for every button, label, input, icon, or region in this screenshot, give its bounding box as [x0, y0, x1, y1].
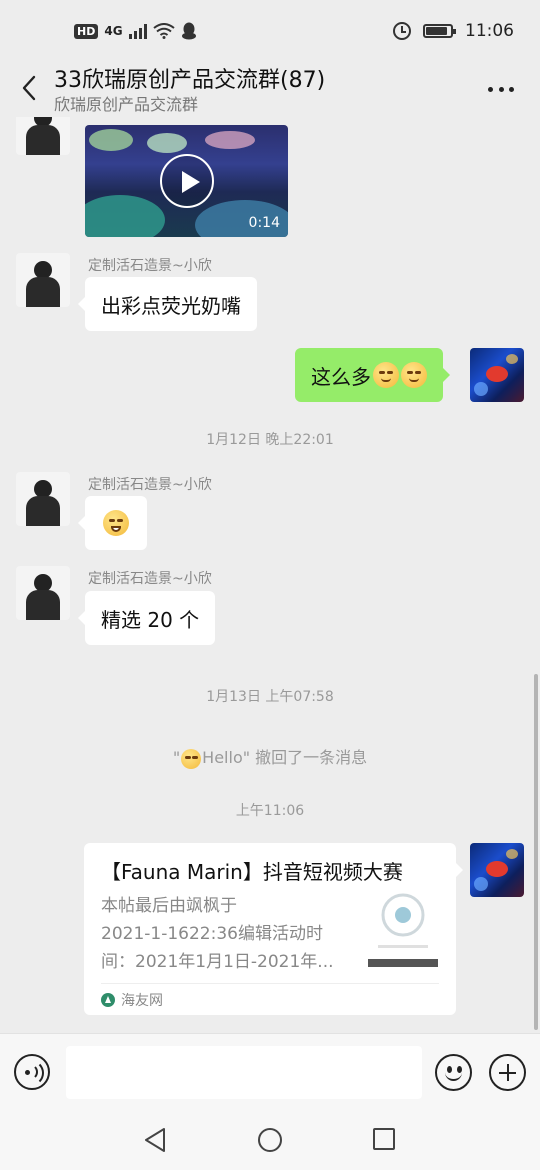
emoji-button[interactable] — [435, 1054, 472, 1091]
message-input[interactable] — [66, 1046, 422, 1099]
sender-name: 定制活石造景~小欣 — [88, 571, 212, 587]
grin-emoji-icon — [103, 510, 129, 536]
time-label: 1月12日 晚上22:01 — [206, 432, 334, 448]
battery-icon — [423, 24, 456, 38]
status-time: 11:06 — [465, 21, 514, 41]
network-label: 4G — [104, 24, 123, 38]
video-message[interactable]: 0:14 — [85, 125, 288, 237]
status-left: HD 4G — [74, 22, 197, 40]
voice-button[interactable] — [14, 1054, 50, 1090]
nav-back-icon[interactable] — [143, 1127, 167, 1153]
source-icon — [101, 993, 115, 1007]
input-bar — [0, 1033, 540, 1111]
sender-avatar[interactable] — [16, 253, 70, 307]
emoji-icon — [373, 362, 399, 388]
message-bubble[interactable]: 出彩点荧光奶嘴 — [78, 277, 257, 331]
sender-name: 定制活石造景~小欣 — [88, 258, 212, 274]
nav-recent-icon[interactable] — [373, 1128, 395, 1150]
message-bubble-outgoing[interactable]: 这么多 — [295, 348, 450, 402]
message-list[interactable]: 0:14 定制活石造景~小欣 出彩点荧光奶嘴 这么多 1月12日 晚上22:01… — [0, 117, 540, 1033]
signal-icon — [128, 23, 147, 39]
play-icon[interactable] — [160, 154, 214, 208]
sender-avatar[interactable] — [16, 566, 70, 620]
sender-avatar[interactable] — [16, 472, 70, 526]
emoji-icon — [401, 362, 427, 388]
link-description: 本帖最后由飒枫于 2021-1-1622:36编辑活动时 间：2021年1月1日… — [101, 896, 334, 972]
alarm-icon — [393, 22, 411, 40]
hd-badge: HD — [74, 23, 99, 39]
link-source: 海友网 — [101, 990, 163, 1010]
more-button[interactable] — [488, 74, 514, 104]
recall-quote: " — [172, 748, 181, 767]
video-duration: 0:14 — [248, 215, 280, 231]
nav-home-icon[interactable] — [258, 1128, 282, 1152]
time-label: 1月13日 上午07:58 — [206, 689, 334, 705]
my-avatar[interactable] — [470, 843, 524, 897]
recall-notice: " Hello" 撤回了一条消息 — [0, 744, 540, 769]
link-card[interactable]: 【Fauna Marin】抖音短视频大赛 本帖最后由飒枫于 2021-1-162… — [84, 843, 463, 1015]
more-icon — [488, 86, 493, 92]
recall-text: Hello" 撤回了一条消息 — [202, 748, 368, 767]
message-bubble[interactable]: 精选 20 个 — [77, 591, 216, 645]
system-nav-bar — [0, 1111, 540, 1170]
chevron-left-icon — [22, 75, 36, 101]
chat-subtitle: 欣瑞原创产品交流群 — [54, 95, 199, 114]
sender-name: 定制活石造景~小欣 — [88, 477, 212, 493]
chat-header: 33欣瑞原创产品交流群(87) 欣瑞原创产品交流群 — [0, 62, 540, 117]
status-bar: HD 4G 11:06 — [0, 0, 540, 62]
scrollbar[interactable] — [534, 674, 538, 1030]
wifi-icon — [152, 23, 175, 39]
sender-avatar[interactable] — [16, 117, 70, 155]
source-name: 海友网 — [121, 993, 163, 1009]
back-button[interactable] — [14, 68, 44, 108]
chat-title: 33欣瑞原创产品交流群(87) — [54, 68, 326, 93]
emoji-icon — [181, 748, 202, 769]
divider — [101, 983, 439, 984]
link-title: 【Fauna Marin】抖音短视频大赛 — [101, 860, 403, 884]
link-thumbnail — [368, 887, 438, 967]
time-label: 上午11:06 — [235, 803, 305, 819]
plus-button[interactable] — [489, 1054, 526, 1091]
emoji-message[interactable] — [78, 496, 147, 550]
status-right: 11:06 — [393, 21, 514, 41]
my-avatar[interactable] — [470, 348, 524, 402]
message-text: 这么多 — [311, 364, 371, 389]
qq-icon — [181, 22, 196, 40]
